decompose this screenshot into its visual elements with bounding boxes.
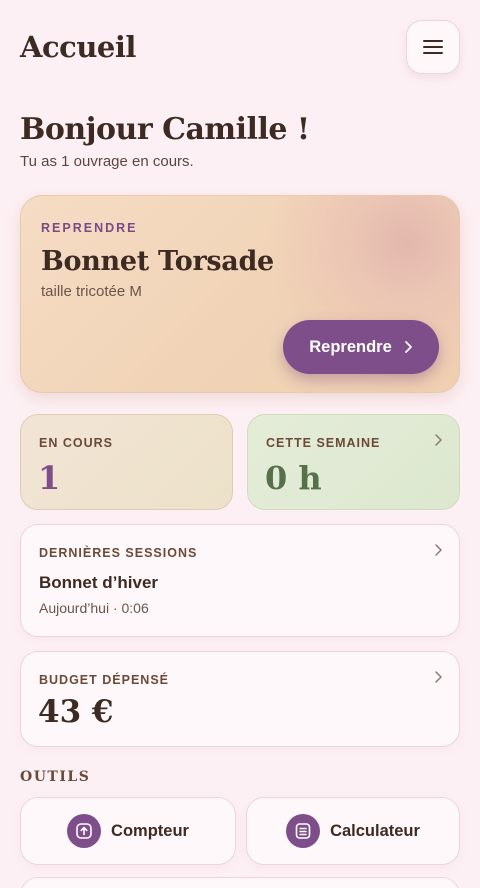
session-meta: Aujourd’hui · 0:06 (39, 600, 149, 616)
session-name: Bonnet d’hiver (39, 573, 159, 592)
budget-card[interactable]: BUDGET DÉPENSÉ 43 € (20, 651, 460, 747)
stat-in-progress-label: EN COURS (39, 436, 113, 450)
project-name: Bonnet Torsade (41, 246, 274, 277)
tools-section-title: OUTILS (20, 769, 91, 785)
chevron-right-icon (435, 434, 442, 446)
budget-value: 43 € (38, 694, 114, 730)
calculator-tool-label: Calculateur (330, 821, 420, 840)
stat-this-week[interactable]: CETTE SEMAINE 0 h (247, 414, 460, 510)
next-card-partial[interactable] (20, 877, 460, 888)
resume-card[interactable]: REPRENDRE Bonnet Torsade taille tricotée… (20, 195, 460, 393)
stat-in-progress[interactable]: EN COURS 1 (20, 414, 233, 510)
greeting-subtitle: Tu as 1 ouvrage en cours. (20, 153, 194, 170)
resume-button-label: Reprendre (309, 337, 392, 356)
project-detail: taille tricotée M (41, 283, 142, 300)
sessions-label: DERNIÈRES SESSIONS (39, 546, 198, 560)
menu-button[interactable] (406, 20, 460, 74)
greeting-title: Bonjour Camille ! (20, 112, 310, 147)
chevron-right-icon (404, 341, 412, 353)
chevron-right-icon (435, 544, 442, 556)
calculator-tool-button[interactable]: Calculateur (246, 797, 460, 865)
stat-this-week-value: 0 h (265, 459, 322, 497)
counter-tool-button[interactable]: Compteur (20, 797, 236, 865)
counter-tool-label: Compteur (111, 821, 189, 840)
page-title: Accueil (20, 30, 136, 64)
chevron-right-icon (435, 671, 442, 683)
hamburger-menu-icon (423, 40, 443, 54)
stat-in-progress-value: 1 (38, 459, 61, 497)
latest-sessions-card[interactable]: DERNIÈRES SESSIONS Bonnet d’hiver Aujour… (20, 524, 460, 637)
app-header: Accueil (20, 20, 460, 74)
resume-button[interactable]: Reprendre (283, 320, 439, 374)
budget-label: BUDGET DÉPENSÉ (39, 673, 169, 687)
stat-this-week-label: CETTE SEMAINE (266, 436, 381, 450)
resume-kicker: REPRENDRE (41, 221, 138, 235)
calculator-icon (286, 814, 321, 848)
counter-icon (67, 814, 102, 848)
